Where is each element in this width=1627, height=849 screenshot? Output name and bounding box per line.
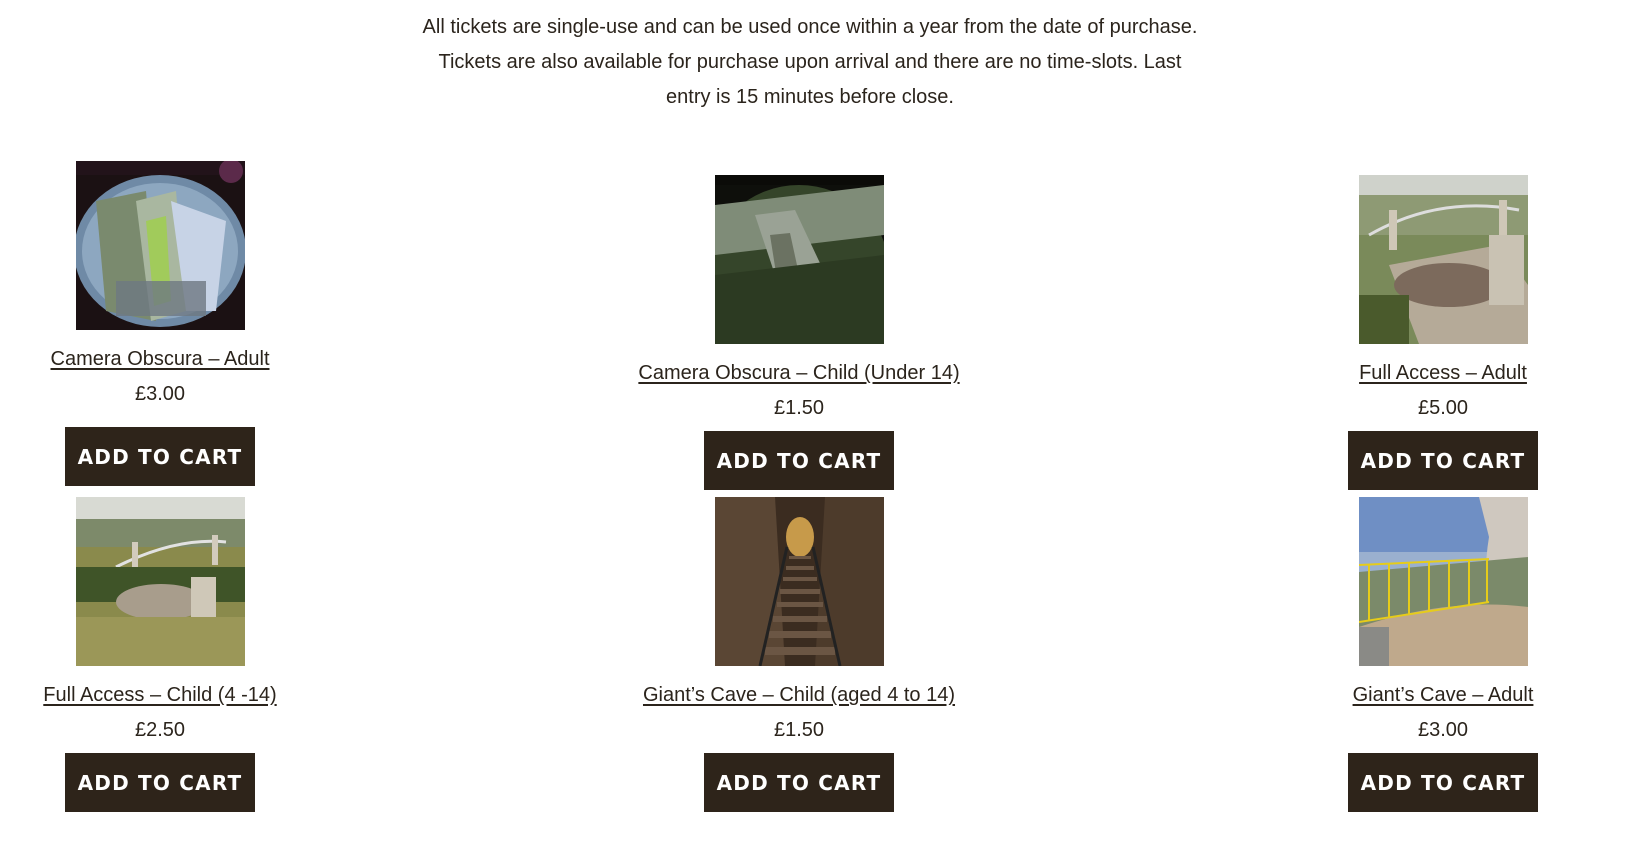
- add-to-cart-button[interactable]: ADD TO CART: [704, 753, 894, 812]
- product-card: Full Access – Child (4 -14) £2.50 ADD TO…: [0, 497, 370, 812]
- product-card: Camera Obscura – Adult £3.00 ADD TO CART: [0, 161, 370, 486]
- add-to-cart-button[interactable]: ADD TO CART: [65, 427, 255, 486]
- product-card: Giant’s Cave – Child (aged 4 to 14) £1.5…: [589, 497, 1009, 812]
- product-image[interactable]: [714, 175, 884, 344]
- ticket-page: All tickets are single-use and can be us…: [0, 0, 1627, 849]
- add-to-cart-button[interactable]: ADD TO CART: [1348, 753, 1538, 812]
- product-price: £1.50: [773, 397, 825, 419]
- product-price: £3.00: [1417, 719, 1469, 741]
- add-to-cart-button[interactable]: ADD TO CART: [704, 431, 894, 490]
- product-image[interactable]: [714, 497, 884, 666]
- product-image[interactable]: [75, 161, 245, 330]
- product-title-link[interactable]: Camera Obscura – Child (Under 14): [638, 360, 959, 386]
- camera-obscura-bridge-view-photo: [714, 175, 884, 344]
- product-price: £3.00: [134, 383, 186, 405]
- product-image[interactable]: [75, 497, 245, 666]
- ticket-info-text: All tickets are single-use and can be us…: [422, 16, 1198, 108]
- product-title-link[interactable]: Giant’s Cave – Child (aged 4 to 14): [643, 682, 955, 708]
- product-card: Giant’s Cave – Adult £3.00 ADD TO CART: [1233, 497, 1627, 812]
- product-title-link[interactable]: Giant’s Cave – Adult: [1353, 682, 1534, 708]
- product-price: £5.00: [1417, 397, 1469, 419]
- product-price: £2.50: [134, 719, 186, 741]
- product-title-link[interactable]: Full Access – Adult: [1359, 360, 1527, 386]
- observatory-bridge-aerial-photo: [1358, 175, 1528, 344]
- product-title-link[interactable]: Camera Obscura – Adult: [51, 346, 270, 372]
- product-image[interactable]: [1358, 175, 1528, 344]
- product-price: £1.50: [773, 719, 825, 741]
- product-card: Full Access – Adult £5.00 ADD TO CART: [1233, 175, 1627, 490]
- product-image[interactable]: [1358, 497, 1528, 666]
- cave-staircase-photo: [714, 497, 884, 666]
- add-to-cart-button[interactable]: ADD TO CART: [65, 753, 255, 812]
- camera-obscura-table-photo: [75, 161, 245, 330]
- product-title-link[interactable]: Full Access – Child (4 -14): [43, 682, 276, 708]
- observatory-lawn-aerial-photo: [75, 497, 245, 666]
- add-to-cart-button[interactable]: ADD TO CART: [1348, 431, 1538, 490]
- cave-balcony-photo: [1358, 497, 1528, 666]
- product-card: Camera Obscura – Child (Under 14) £1.50 …: [589, 175, 1009, 490]
